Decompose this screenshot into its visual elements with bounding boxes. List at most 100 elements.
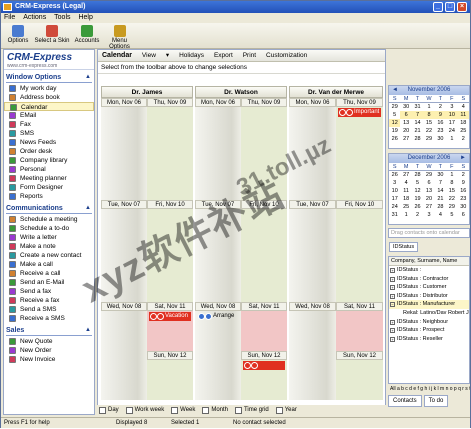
day-header[interactable]: Mon, Nov 06	[289, 98, 336, 107]
contact-group[interactable]: + IDStatus : Prospect	[389, 326, 469, 335]
appointment[interactable]: Arrange	[197, 312, 239, 321]
calendar-day[interactable]: 17	[389, 195, 400, 203]
day-header[interactable]: Thu, Nov 09	[241, 98, 287, 107]
expand-icon[interactable]: +	[390, 285, 395, 291]
calendar-day[interactable]: 22	[446, 195, 457, 203]
day-header[interactable]: Thu, Nov 09	[147, 98, 193, 107]
calendar-day[interactable]: 26	[412, 203, 423, 211]
calendar-day[interactable]: 23	[435, 127, 446, 135]
menu-actions[interactable]: Actions	[20, 13, 49, 22]
calendar-day[interactable]: 4	[400, 179, 411, 187]
weekend-slot[interactable]	[241, 311, 287, 351]
view-tab-week[interactable]: Week	[169, 405, 198, 416]
sidebar-item-calendar[interactable]: Calendar	[4, 102, 94, 111]
calendar-day[interactable]: 10	[446, 111, 458, 119]
calendar-day[interactable]: 29	[423, 135, 434, 143]
calendar-day[interactable]: 14	[435, 187, 446, 195]
idstatus-filter-button[interactable]: IDStatus	[389, 242, 419, 252]
calendar-day[interactable]: 13	[423, 187, 434, 195]
day-header[interactable]: Sun, Nov 12	[147, 351, 193, 360]
calendar-day[interactable]: 31	[412, 103, 423, 111]
calendar-day[interactable]: 27	[400, 171, 411, 179]
contact-group[interactable]: + IDStatus : Distributor	[389, 292, 469, 301]
expand-icon[interactable]: +	[390, 319, 395, 325]
calendar-day[interactable]: 19	[412, 195, 423, 203]
appointment[interactable]: Vacation	[149, 312, 191, 321]
sidebar-item-sms[interactable]: SMS	[4, 129, 94, 138]
calendar-day[interactable]: 17	[446, 119, 457, 127]
calendar-day[interactable]: 23	[458, 195, 469, 203]
calendar-day[interactable]: 26	[389, 171, 400, 179]
calendar-day[interactable]: 7	[435, 179, 446, 187]
calendar-day[interactable]: 28	[412, 171, 423, 179]
sidebar-item-form-designer[interactable]: Form Designer	[4, 183, 94, 192]
menu-tools[interactable]: Tools	[51, 13, 73, 22]
menu-file[interactable]: File	[1, 13, 18, 22]
prev-month-icon[interactable]: ◄	[392, 86, 398, 95]
sidebar-item-write-a-letter[interactable]: Write a letter	[4, 233, 94, 242]
close-icon[interactable]: ×	[457, 2, 467, 12]
collapse-icon[interactable]: ▲	[85, 73, 91, 82]
sidebar-item-send-a-fax[interactable]: Send a fax	[4, 287, 94, 296]
day-header[interactable]: Sat, Nov 11	[241, 302, 287, 311]
calendar-day[interactable]: 3	[389, 179, 400, 187]
expand-icon[interactable]: +	[390, 293, 395, 299]
calendar-day[interactable]: 29	[423, 171, 434, 179]
view-menu[interactable]: View	[138, 50, 160, 62]
calendar-day[interactable]: 12	[389, 119, 401, 127]
section-window-options[interactable]: Window Options ▲	[6, 73, 92, 83]
calendar-day[interactable]: 29	[446, 203, 457, 211]
day-header[interactable]: Sat, Nov 11	[147, 302, 193, 311]
calendar-day[interactable]: 30	[435, 135, 446, 143]
sidebar-item-reports[interactable]: Reports	[4, 192, 94, 201]
sidebar-item-receive-a-sms[interactable]: Receive a SMS	[4, 314, 94, 323]
calendar-day[interactable]: 27	[423, 203, 434, 211]
appointment[interactable]	[243, 361, 285, 370]
sidebar-item-news-feeds[interactable]: News Feeds	[4, 138, 94, 147]
calendar-day[interactable]: 4	[458, 103, 469, 111]
contact-group[interactable]: + IDStatus : Neighbour	[389, 318, 469, 327]
view-tab-day[interactable]: Day	[97, 405, 122, 416]
customization-menu[interactable]: Customization	[262, 50, 311, 62]
calendar-day[interactable]: 27	[400, 135, 411, 143]
day-header[interactable]: Wed, Nov 08	[195, 302, 241, 311]
export-menu[interactable]: Export	[210, 50, 237, 62]
calendar-day[interactable]: 26	[389, 135, 400, 143]
calendar-day[interactable]: 20	[423, 195, 434, 203]
sidebar-item-new-quote[interactable]: New Quote	[4, 337, 94, 346]
alphabet-filter[interactable]: All a b c d e f g h i j k l m n o p q r …	[388, 385, 470, 394]
calendar-day[interactable]: 14	[412, 119, 423, 127]
options-button[interactable]: Options	[7, 24, 29, 48]
sidebar-item-company-library[interactable]: Company library	[4, 156, 94, 165]
sidebar-item-personal[interactable]: Personal	[4, 165, 94, 174]
contact-group[interactable]: + IDStatus : Contractor	[389, 275, 469, 284]
day-header[interactable]: Sun, Nov 12	[241, 351, 287, 360]
calendar-day[interactable]: 16	[435, 119, 446, 127]
day-header[interactable]: Sun, Nov 12	[336, 351, 383, 360]
calendar-day[interactable]: 12	[412, 187, 423, 195]
calendar-day[interactable]: 6	[423, 179, 434, 187]
calendar-day[interactable]: 5	[389, 111, 400, 119]
calendar-day[interactable]: 5	[412, 179, 423, 187]
print-menu[interactable]: Print	[239, 50, 260, 62]
calendar-day[interactable]: 20	[400, 127, 411, 135]
calendar-day[interactable]: 10	[389, 187, 400, 195]
calendar-day[interactable]: 30	[435, 171, 446, 179]
calendar-day[interactable]: 18	[458, 119, 469, 127]
view-tab-time-grid[interactable]: Time grid	[233, 405, 272, 416]
calendar-day[interactable]: 8	[423, 111, 435, 119]
calendar-day[interactable]: 16	[458, 187, 469, 195]
section-communications[interactable]: Communications ▲	[6, 204, 92, 214]
maximize-icon[interactable]: □	[445, 2, 455, 12]
calendar-day[interactable]: 3	[423, 211, 434, 219]
calendar-day[interactable]: 29	[389, 103, 400, 111]
day-header[interactable]: Tue, Nov 07	[289, 200, 336, 209]
calendar-day[interactable]: 9	[458, 179, 469, 187]
collapse-icon[interactable]: ▲	[85, 326, 91, 335]
calendar-day[interactable]: 28	[412, 135, 423, 143]
sidebar-item-order-desk[interactable]: Order desk	[4, 147, 94, 156]
calendar-day[interactable]: 15	[423, 119, 434, 127]
calendar-day[interactable]: 2	[458, 171, 469, 179]
sidebar-item-new-order[interactable]: New Order	[4, 346, 94, 355]
day-header[interactable]: Mon, Nov 06	[195, 98, 241, 107]
